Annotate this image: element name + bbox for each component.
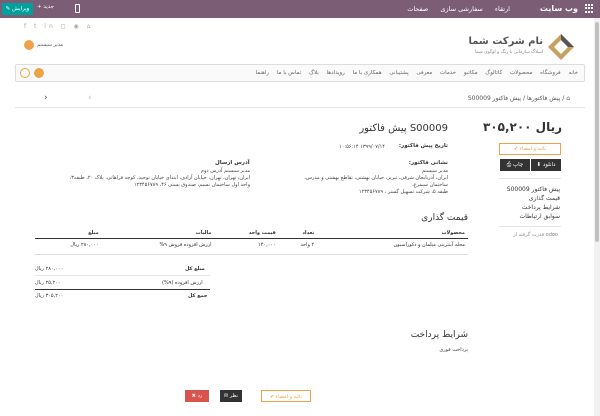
total-label: جمع کل [188, 293, 208, 299]
invoice-address: مدیر سیستم ایران، آذربایجان شرقی، تبریز،… [304, 168, 448, 195]
nav-item-services[interactable]: خدمات [440, 70, 456, 76]
top-menu-pages[interactable]: صفحات [407, 5, 428, 13]
sign-button[interactable]: ✔ تائید و امضاء [499, 143, 561, 155]
footer-reject-button[interactable]: ✖ رد [185, 390, 209, 402]
footer-comment-button[interactable]: ✉ نظر [220, 390, 242, 402]
nav-item-help[interactable]: راهنما [255, 70, 269, 76]
nav-item-events[interactable]: رویدادها [327, 70, 345, 76]
quote-title: پیش فاکتور S00009 [359, 123, 448, 134]
company-name: نام شرکت شما [468, 36, 543, 47]
top-menu: ارتقاء سفارشی سازی صفحات [397, 5, 510, 13]
payment-title: شرایط پرداخت [410, 330, 468, 340]
chevron-right-icon[interactable]: › [44, 93, 48, 103]
company-slogan: اسلاگ سازمانی با رنگ و لوگوی شما [474, 50, 543, 55]
divider [15, 107, 585, 108]
shipping-address: مدیر سیستم آدرس دوم ایران، تهران، تهران،… [69, 168, 250, 188]
nav-item-jobs[interactable]: همکاری با ما [353, 70, 382, 76]
nav-item-contact[interactable]: تماس با ما [277, 70, 301, 76]
col-qty: تعداد [278, 228, 318, 239]
payment-text: پرداخت فوری [439, 347, 468, 353]
subtotal-label: مبلغ کل [185, 266, 205, 272]
tax-label: ارزش افزوده (۹%) [162, 280, 203, 286]
divider [499, 178, 561, 179]
col-tax: مالیات [101, 228, 215, 239]
cart-icon[interactable] [20, 68, 30, 78]
shipping-address-label: آدرس ارسال [215, 160, 250, 166]
download-button[interactable]: ⬇ دانلود [531, 159, 561, 171]
user-avatar[interactable] [24, 40, 34, 50]
breadcrumb-current: پیش فاکتور S00009 [467, 95, 522, 102]
sidebar-link-history[interactable]: سوابق ارتباطات [507, 212, 561, 221]
col-amount: مبلغ [35, 228, 102, 239]
scrollbar-thumb[interactable] [595, 22, 599, 242]
sidebar-link-pricing[interactable]: قیمت گذاری [507, 194, 560, 203]
breadcrumb-root[interactable]: پیش فاکتورها [527, 95, 560, 102]
pricing-table: محصولات تعداد قیمت واحد مالیات مبلغ محله… [35, 228, 468, 255]
nav-item-shop[interactable]: فروشگاه [540, 70, 561, 76]
nav-item-products[interactable]: محصولات [510, 70, 532, 76]
sidebar-link-payment[interactable]: شرایط پرداخت [507, 203, 560, 212]
nav-items: خانه فروشگاه محصولات کاتالوگ مکاتبو خدما… [249, 70, 578, 76]
footer-sign-button[interactable]: ✔ تائید و امضاء [261, 390, 311, 402]
chevron-left-icon[interactable]: ‹ [88, 93, 92, 103]
pricing-title: قیمت گذاری [421, 213, 468, 223]
apps-grid-icon[interactable] [585, 4, 594, 13]
col-product: محصولات [317, 228, 468, 239]
nav-item-about[interactable]: معرفی [416, 70, 432, 76]
top-bar: وب سایت ارتقاء سفارشی سازی صفحات ✎ ویرای… [0, 0, 600, 18]
sidebar-link-quote[interactable]: پیش فاکتور S00009 [507, 185, 560, 194]
nav-item-blog[interactable]: بلاگ [309, 70, 319, 76]
nav-item-mekatebo[interactable]: مکاتبو [464, 70, 478, 76]
new-button[interactable]: + جدید [37, 4, 54, 10]
subtotal-value: ۲۸۰,۰۰۰ ریال [35, 266, 64, 272]
company-logo [548, 34, 574, 60]
cell-tax: ارزش افزوده فروش ۹% [101, 238, 215, 255]
top-menu-upgrade[interactable]: ارتقاء [495, 5, 510, 13]
divider [35, 289, 210, 290]
total-value: ۳۰۵,۲۰۰ ریال [35, 293, 64, 299]
cell-unit-price: ۱۴۰,۰۰۰ [214, 238, 279, 255]
divider [35, 275, 210, 276]
wishlist-icon[interactable] [34, 68, 44, 78]
sidebar-price: ۳۰۵,۲۰۰ ریال [482, 120, 562, 134]
sidebar-links: پیش فاکتور S00009 قیمت گذاری شرایط پرداخ… [507, 185, 560, 221]
cell-product: محله آبنترنتی مبلمان و دکوراسیون [317, 238, 468, 255]
nav-item-catalog[interactable]: کاتالوگ [485, 70, 502, 76]
quote-date-label: تاریخ پیش فاکتور: [398, 143, 448, 149]
nav-item-support[interactable]: پشتیبانی [389, 70, 408, 76]
quote-date-value: ۱۳۹۹/۰۷/۱۴ ۱۰:۵۶:۱۴ [339, 144, 385, 150]
site-brand[interactable]: وب سایت [540, 4, 578, 13]
mobile-preview-icon[interactable] [75, 4, 80, 13]
breadcrumb: ⌂ / پیش فاکتورها / پیش فاکتور S00009 [467, 95, 570, 102]
table-row: محله آبنترنتی مبلمان و دکوراسیون ۲ واحد … [35, 238, 468, 255]
invoice-address-label: نشانی فاکتور: [408, 160, 448, 166]
powered-by: قدرت گرفته از odoo [513, 232, 558, 238]
home-icon[interactable]: ⌂ [566, 95, 570, 102]
nav-item-home[interactable]: خانه [568, 70, 578, 76]
top-menu-customize[interactable]: سفارشی سازی [440, 5, 482, 13]
social-icons[interactable]: f t in ◻ ◉ ⌂ [24, 23, 94, 30]
edit-button[interactable]: ✎ ویرایش [2, 3, 33, 15]
print-button[interactable]: ⎙ چاپ [500, 159, 530, 171]
divider [499, 226, 561, 227]
user-name[interactable]: مدیر سیستم [37, 42, 63, 48]
main-nav: خانه فروشگاه محصولات کاتالوگ مکاتبو خدما… [15, 64, 585, 82]
cell-qty: ۲ واحد [278, 238, 318, 255]
tax-value: ۲۵,۲۰۰ ریال [35, 280, 61, 286]
col-unit-price: قیمت واحد [214, 228, 279, 239]
cell-amount: ۲۸۰,۰۰۰ ریال [35, 238, 102, 255]
